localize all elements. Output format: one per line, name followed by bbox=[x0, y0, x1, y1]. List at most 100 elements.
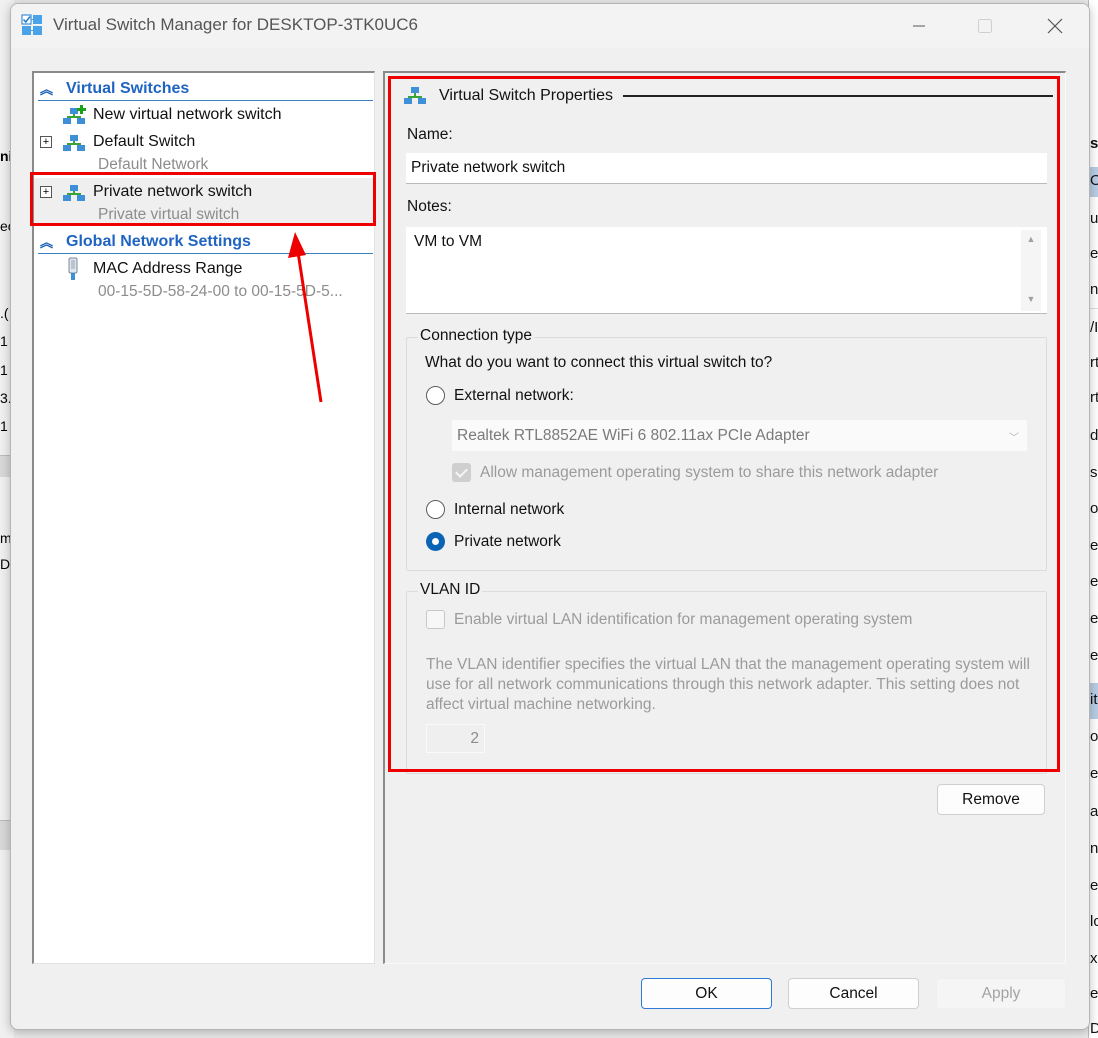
radio-button-selected[interactable] bbox=[426, 532, 445, 551]
bg-fragment: er bbox=[1090, 537, 1098, 554]
radio-button[interactable] bbox=[426, 386, 445, 405]
virtual-switch-manager-icon bbox=[21, 14, 42, 35]
minimize-button[interactable] bbox=[891, 4, 947, 48]
expand-plus-icon[interactable]: + bbox=[40, 186, 52, 198]
vlan-description: The VLAN identifier specifies the virtua… bbox=[426, 656, 1030, 713]
properties-header-label: Virtual Switch Properties bbox=[439, 87, 613, 104]
bg-fragment: xp bbox=[1090, 950, 1098, 967]
checkbox-label: Allow management operating system to sha… bbox=[480, 463, 939, 481]
collapse-chevron-icon[interactable]: ︽ bbox=[38, 79, 60, 98]
section-virtual-switches[interactable]: ︽ Virtual Switches bbox=[38, 77, 373, 101]
bg-fragment: 1 bbox=[0, 333, 8, 349]
radio-label: Internal network bbox=[454, 500, 565, 518]
section-label: Global Network Settings bbox=[66, 232, 251, 250]
navigation-tree: ︽ Virtual Switches New virtual network s… bbox=[32, 71, 375, 964]
tree-item-sublabel: Default Network bbox=[98, 156, 209, 173]
radio-private-network[interactable]: Private network bbox=[426, 532, 561, 551]
bg-fragment: el bbox=[1090, 647, 1098, 664]
bg-fragment: O bbox=[1090, 172, 1098, 189]
connection-question: What do you want to connect this virtual… bbox=[425, 354, 773, 371]
header-divider bbox=[623, 95, 1053, 97]
tree-item-label: Default Switch bbox=[93, 133, 196, 150]
bg-fragment: u bbox=[1090, 210, 1098, 227]
enable-vlan-checkbox[interactable] bbox=[426, 610, 445, 629]
maximize-button[interactable] bbox=[957, 4, 1013, 48]
bg-fragment: a bbox=[1090, 803, 1098, 820]
maximize-icon bbox=[978, 19, 992, 33]
mac-address-icon bbox=[68, 257, 78, 280]
bg-fragment: di bbox=[1090, 427, 1098, 444]
notes-scrollbar[interactable]: ▲ ▼ bbox=[1021, 230, 1041, 311]
network-adapter-dropdown[interactable]: Realtek RTL8852AE WiFi 6 802.11ax PCIe A… bbox=[451, 419, 1028, 452]
collapse-chevron-icon[interactable]: ︽ bbox=[38, 232, 60, 251]
new-switch-icon bbox=[63, 105, 86, 124]
title-bar[interactable]: Virtual Switch Manager for DESKTOP-3TK0U… bbox=[11, 4, 1089, 48]
allow-management-checkbox[interactable] bbox=[452, 463, 471, 482]
section-label: Virtual Switches bbox=[66, 79, 190, 97]
network-switch-icon bbox=[404, 87, 426, 104]
network-switch-icon bbox=[63, 185, 85, 201]
checkbox-label: Enable virtual LAN identification for ma… bbox=[454, 610, 913, 628]
tree-item-private-network-switch[interactable]: + Private network switch bbox=[34, 180, 374, 204]
scroll-down-arrow-icon[interactable]: ▼ bbox=[1021, 294, 1041, 304]
bg-fragment: 1 bbox=[0, 362, 8, 378]
bg-fragment: np bbox=[1090, 281, 1098, 298]
expand-plus-icon[interactable]: + bbox=[40, 136, 52, 148]
name-input[interactable] bbox=[406, 153, 1047, 184]
dropdown-selected-value: Realtek RTL8852AE WiFi 6 802.11ax PCIe A… bbox=[457, 426, 810, 444]
ok-button[interactable]: OK bbox=[641, 978, 772, 1009]
cancel-button[interactable]: Cancel bbox=[788, 978, 919, 1009]
bg-fragment: ef bbox=[1090, 573, 1098, 590]
bg-fragment: .( bbox=[0, 305, 9, 321]
radio-internal-network[interactable]: Internal network bbox=[426, 500, 564, 519]
apply-button[interactable]: Apply bbox=[936, 978, 1066, 1009]
tree-item-new-virtual-switch[interactable]: New virtual network switch bbox=[34, 103, 374, 127]
section-global-network-settings[interactable]: ︽ Global Network Settings bbox=[38, 230, 373, 254]
bg-fragment: o bbox=[1090, 500, 1098, 517]
name-label: Name: bbox=[407, 126, 453, 143]
bg-fragment: e bbox=[1090, 245, 1098, 262]
bg-fragment: rt bbox=[1090, 389, 1098, 406]
remove-button[interactable]: Remove bbox=[937, 784, 1045, 815]
tree-item-label: New virtual network switch bbox=[93, 106, 282, 123]
tree-item-label: Private network switch bbox=[93, 183, 253, 200]
bg-fragment: s bbox=[1090, 135, 1098, 152]
radio-label: Private network bbox=[454, 532, 561, 550]
window-title: Virtual Switch Manager for DESKTOP-3TK0U… bbox=[53, 15, 419, 34]
minimize-icon bbox=[913, 25, 925, 27]
virtual-switch-manager-dialog: Virtual Switch Manager for DESKTOP-3TK0U… bbox=[10, 3, 1090, 1030]
radio-external-network[interactable]: External network: bbox=[426, 386, 574, 405]
bg-fragment: Del bbox=[1090, 1020, 1098, 1037]
vlan-id-title: VLAN ID bbox=[418, 581, 483, 599]
connection-type-title: Connection type bbox=[418, 327, 535, 345]
vlan-id-input[interactable]: 2 bbox=[426, 724, 485, 753]
bg-fragment: rt bbox=[1090, 354, 1098, 371]
tree-item-default-switch[interactable]: + Default Switch bbox=[34, 130, 374, 154]
close-button[interactable] bbox=[1027, 4, 1083, 48]
properties-panel: Virtual Switch Properties Name: Notes: V… bbox=[383, 71, 1066, 964]
close-icon bbox=[1047, 18, 1063, 34]
scroll-up-arrow-icon[interactable]: ▲ bbox=[1021, 234, 1041, 244]
chevron-down-icon: ﹀ bbox=[1009, 433, 1019, 444]
bg-fragment: 1 bbox=[0, 418, 8, 434]
bg-fragment: or bbox=[1090, 728, 1098, 745]
tree-item-sublabel: 00-15-5D-58-24-00 to 00-15-5D-5... bbox=[98, 283, 343, 300]
notes-textarea[interactable]: VM to VM bbox=[406, 227, 1047, 314]
bg-fragment: e bbox=[1090, 610, 1098, 627]
enable-vlan-checkbox-row[interactable]: Enable virtual LAN identification for ma… bbox=[426, 610, 912, 629]
bg-fragment: s bbox=[1090, 464, 1098, 481]
tree-item-sublabel: Private virtual switch bbox=[98, 206, 240, 223]
tree-item-mac-address-range[interactable]: MAC Address Range bbox=[34, 257, 374, 281]
radio-label: External network: bbox=[454, 386, 574, 404]
allow-management-checkbox-row[interactable]: Allow management operating system to sha… bbox=[452, 463, 938, 482]
tree-item-label: MAC Address Range bbox=[93, 260, 243, 277]
bg-fragment: ne bbox=[1090, 840, 1098, 857]
bg-fragment: /I bbox=[1090, 319, 1098, 336]
bg-fragment: er bbox=[1090, 985, 1098, 1002]
properties-header: Virtual Switch Properties bbox=[403, 85, 1053, 107]
bg-fragment: lc bbox=[1090, 913, 1098, 930]
notes-label: Notes: bbox=[407, 198, 452, 215]
radio-button[interactable] bbox=[426, 500, 445, 519]
bg-divider bbox=[1089, 308, 1098, 309]
bg-fragment: D bbox=[0, 556, 11, 572]
